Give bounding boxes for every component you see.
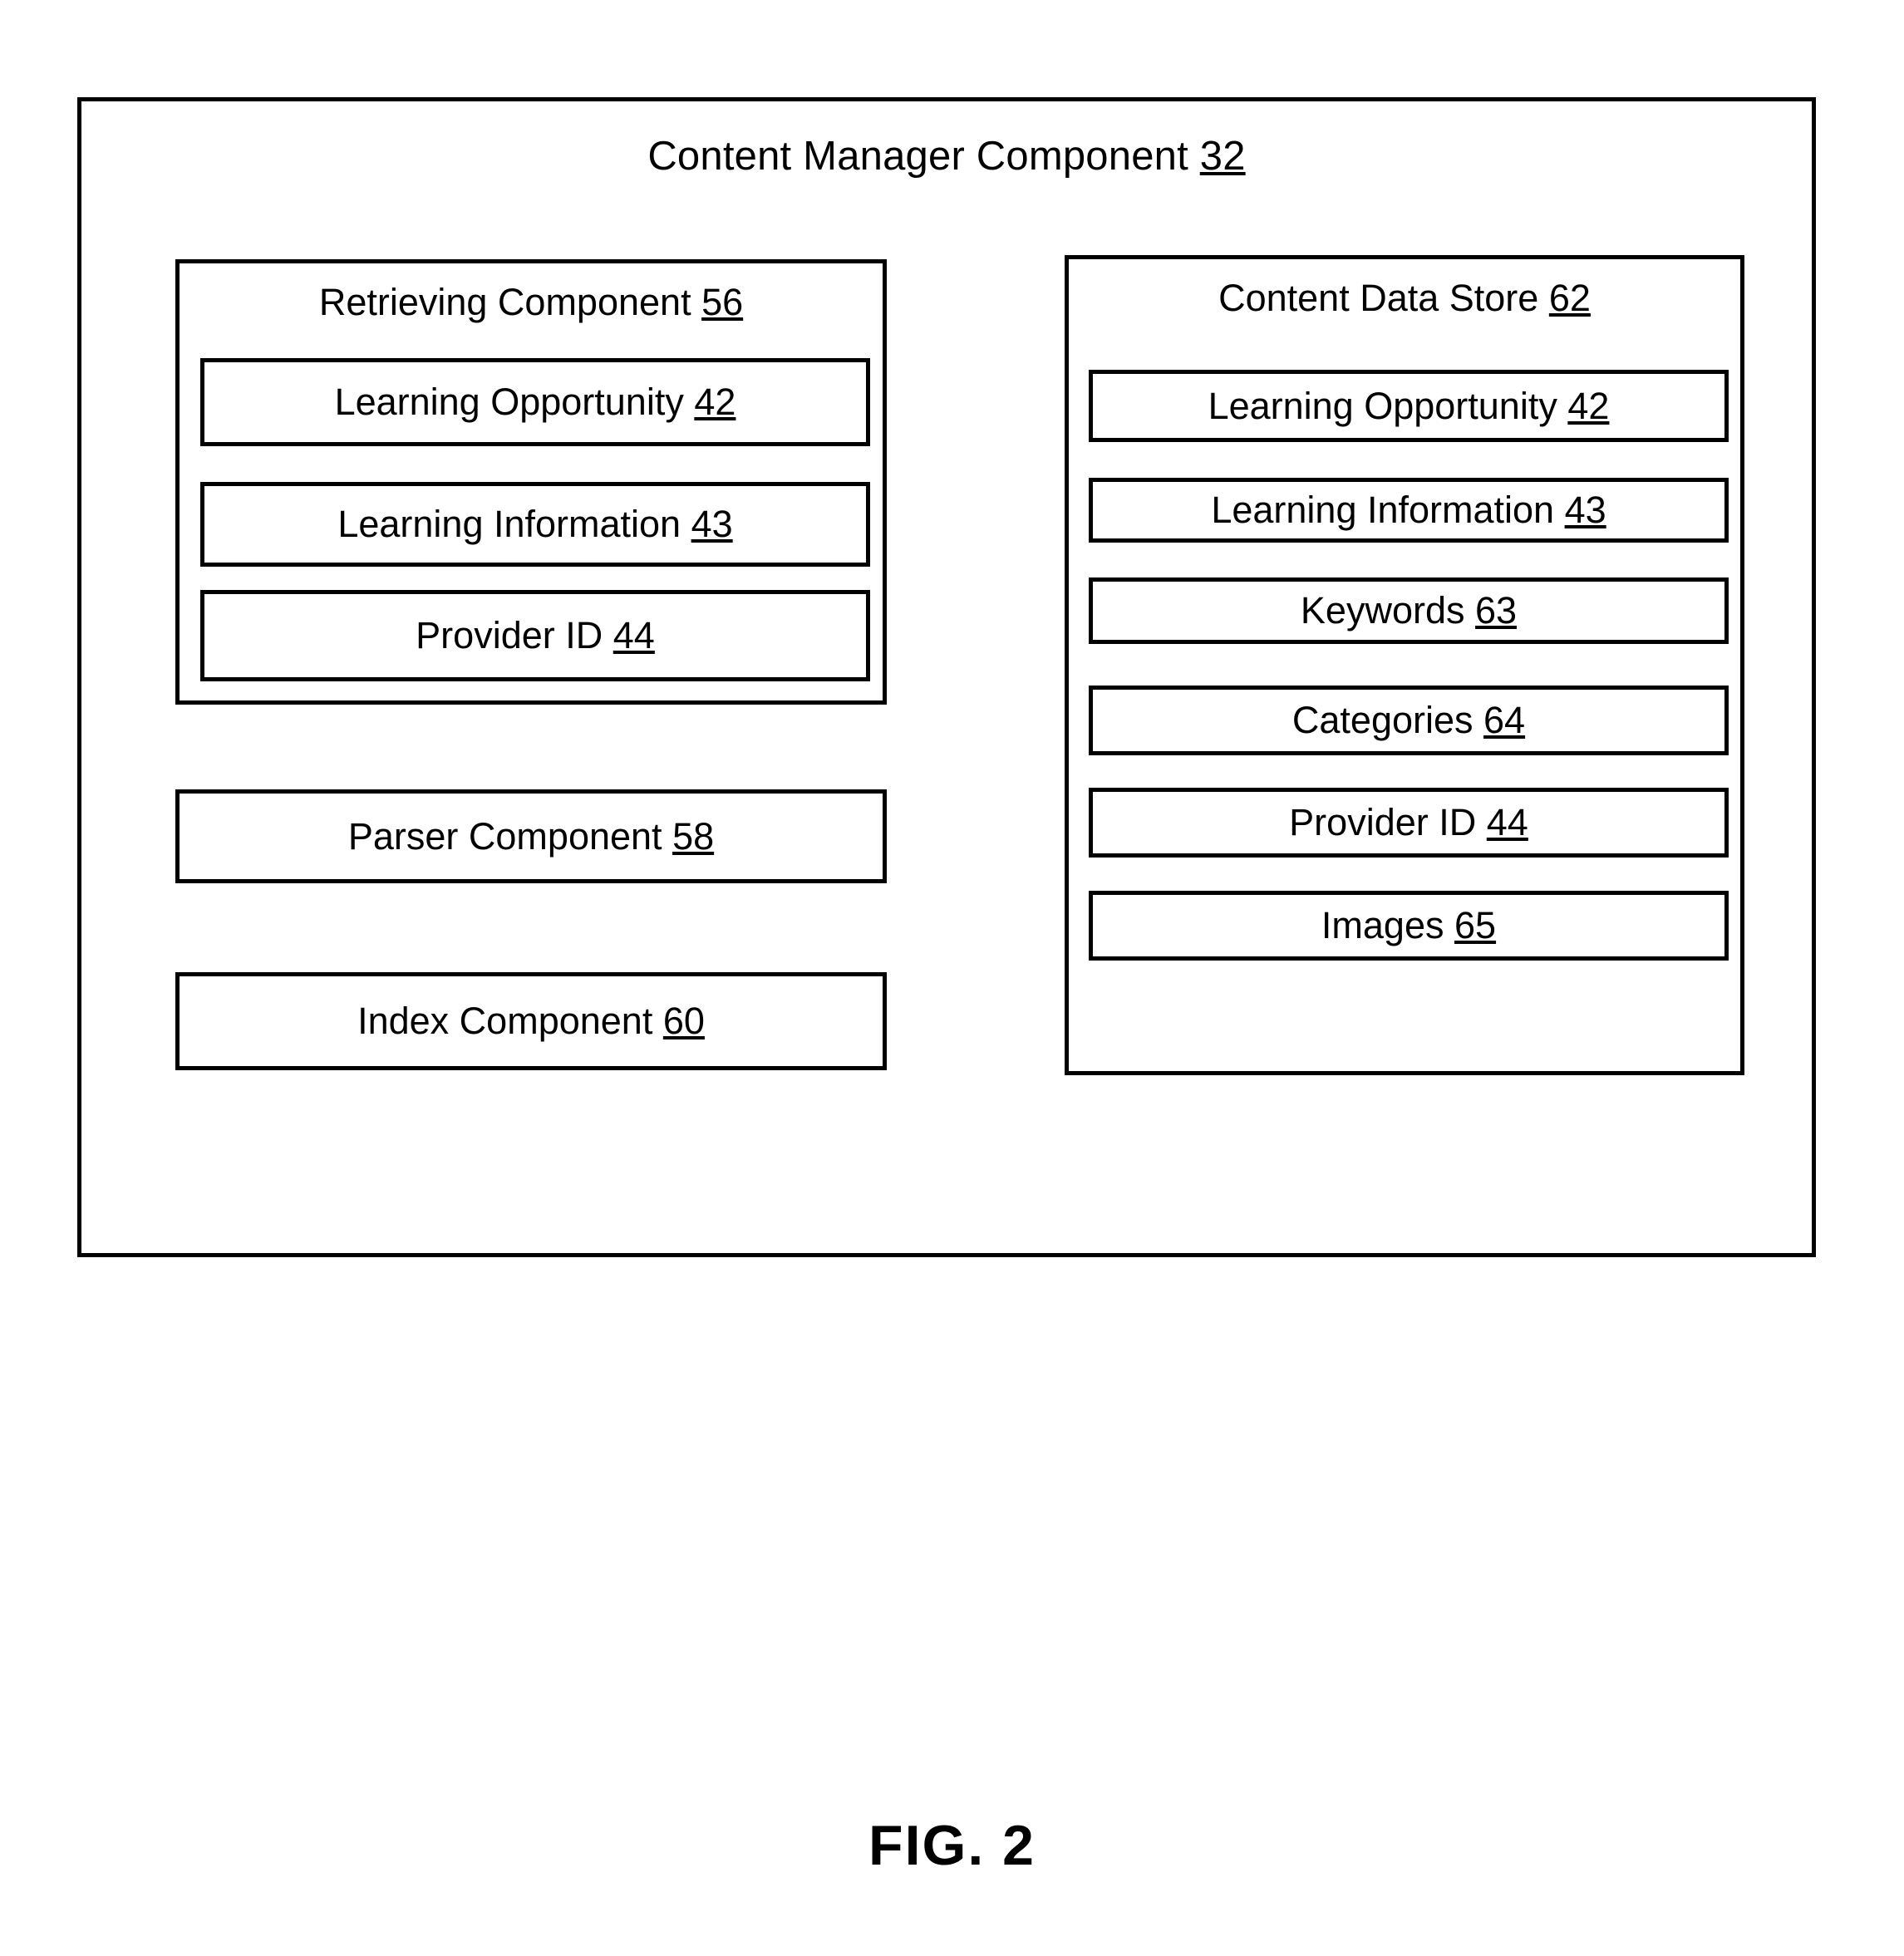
label-text: Keywords — [1300, 589, 1465, 632]
label-spacer — [662, 815, 673, 858]
label-text: Images — [1321, 904, 1444, 947]
cds-learning-opportunity-label: Learning Opportunity 42 — [1208, 386, 1610, 427]
frame-title: Content Manager Component 32 — [81, 134, 1812, 179]
cds-provider-id-label: Provider ID 44 — [1289, 802, 1528, 843]
retrieving-component-box: Retrieving Component 56 Learning Opportu… — [175, 259, 887, 705]
label-text: Parser Component — [347, 814, 662, 858]
label-ref: 42 — [694, 381, 736, 424]
title-spacer — [691, 281, 702, 323]
label-spacer — [1554, 489, 1565, 531]
label-ref: 43 — [691, 503, 733, 546]
content-data-store-ref: 62 — [1548, 277, 1591, 319]
label-spacer — [603, 614, 613, 656]
label-text: Categories — [1291, 699, 1474, 742]
label-ref: 58 — [672, 814, 715, 858]
label-text: Learning Information — [1211, 489, 1555, 532]
retrieving-learning-opportunity-box: Learning Opportunity 42 — [200, 358, 870, 446]
cds-keywords-box: Keywords 63 — [1089, 577, 1729, 644]
cds-categories-box: Categories 64 — [1089, 686, 1729, 755]
label-ref: 44 — [1486, 801, 1528, 844]
label-ref: 60 — [662, 1000, 705, 1043]
retrieving-provider-id-label: Provider ID 44 — [416, 615, 655, 656]
cds-images-box: Images 65 — [1089, 891, 1729, 961]
cds-categories-label: Categories 64 — [1292, 700, 1525, 741]
cds-provider-id-box: Provider ID 44 — [1089, 788, 1729, 858]
label-spacer — [684, 381, 695, 423]
figure-caption: FIG. 2 — [868, 1814, 1036, 1877]
label-ref: 44 — [613, 614, 655, 657]
label-spacer — [1465, 589, 1476, 632]
label-ref: 65 — [1454, 904, 1497, 947]
label-text: Provider ID — [1289, 801, 1477, 844]
retrieving-component-title: Retrieving Component 56 — [180, 282, 883, 323]
label-ref: 64 — [1483, 699, 1526, 742]
cds-learning-information-box: Learning Information 43 — [1089, 478, 1729, 543]
label-text: Learning Information — [337, 503, 681, 546]
label-spacer — [1476, 801, 1487, 843]
cds-learning-information-label: Learning Information 43 — [1211, 489, 1606, 531]
label-spacer — [652, 1000, 663, 1042]
label-text: Index Component — [357, 1000, 653, 1043]
cds-learning-opportunity-box: Learning Opportunity 42 — [1089, 370, 1729, 442]
label-ref: 63 — [1475, 589, 1518, 632]
content-data-store-title: Content Data Store 62 — [1069, 278, 1740, 319]
cds-images-label: Images 65 — [1321, 905, 1496, 946]
label-text: Provider ID — [416, 614, 603, 657]
index-component-label: Index Component 60 — [357, 1000, 705, 1042]
content-data-store-box: Content Data Store 62 Learning Opportuni… — [1065, 255, 1744, 1075]
retrieving-learning-information-box: Learning Information 43 — [200, 482, 870, 567]
label-spacer — [1444, 904, 1455, 946]
frame-title-spacer — [1188, 134, 1200, 179]
title-spacer — [1538, 277, 1549, 319]
retrieving-component-ref: 56 — [701, 281, 744, 323]
retrieving-learning-information-label: Learning Information 43 — [337, 504, 732, 545]
content-data-store-title-text: Content Data Store — [1218, 277, 1539, 319]
parser-component-label: Parser Component 58 — [348, 816, 714, 858]
label-spacer — [1474, 699, 1484, 741]
retrieving-provider-id-box: Provider ID 44 — [200, 590, 870, 681]
label-text: Learning Opportunity — [334, 381, 684, 424]
frame-title-text: Content Manager Component — [647, 134, 1188, 179]
label-spacer — [1557, 385, 1568, 427]
frame-title-ref: 32 — [1199, 134, 1246, 179]
label-ref: 42 — [1567, 384, 1610, 427]
index-component-box: Index Component 60 — [175, 972, 887, 1070]
cds-keywords-label: Keywords 63 — [1301, 590, 1517, 632]
label-text: Learning Opportunity — [1208, 384, 1557, 427]
label-ref: 43 — [1564, 489, 1606, 532]
content-manager-component-frame: Content Manager Component 32 Retrieving … — [77, 97, 1816, 1257]
retrieving-component-title-text: Retrieving Component — [318, 281, 691, 323]
parser-component-box: Parser Component 58 — [175, 789, 887, 883]
retrieving-learning-opportunity-label: Learning Opportunity 42 — [335, 381, 736, 423]
label-spacer — [681, 503, 691, 545]
